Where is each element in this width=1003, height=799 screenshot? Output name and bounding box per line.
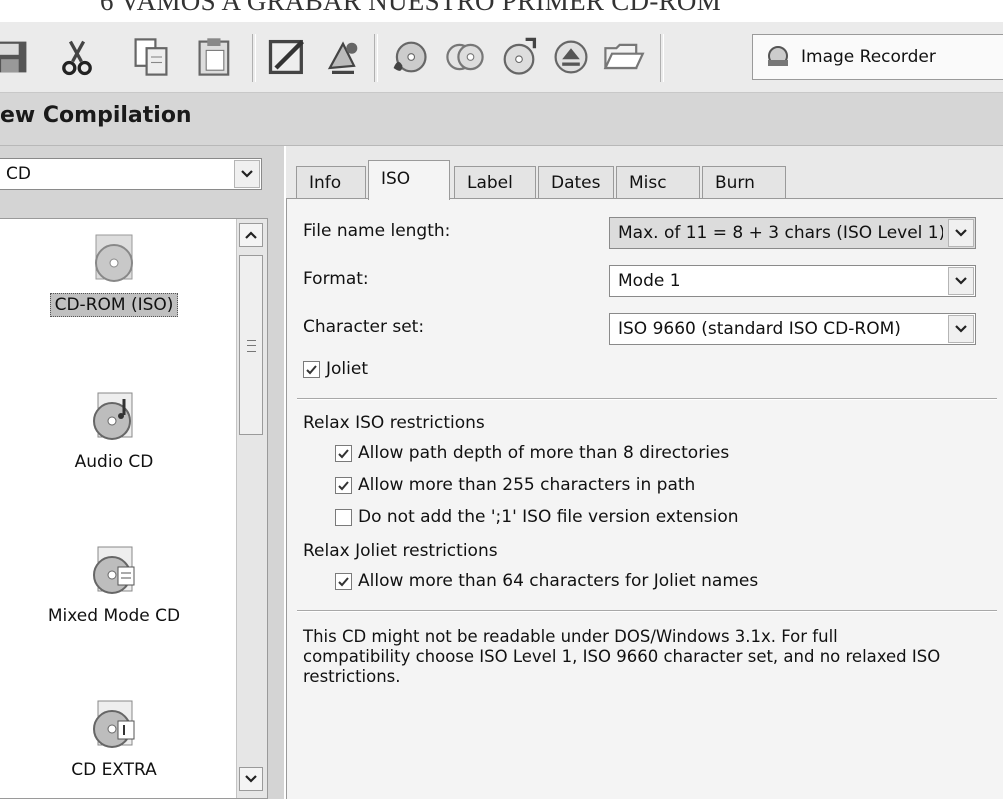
- list-item-cd-rom[interactable]: CD-ROM (ISO): [0, 231, 228, 317]
- chevron-down-icon[interactable]: [948, 315, 974, 343]
- format-value: Mode 1: [618, 271, 681, 291]
- checkbox-label: Allow more than 64 characters for Joliet…: [358, 571, 759, 591]
- compatibility-note: This CD might not be readable under DOS/…: [303, 627, 941, 686]
- properties-panel: Info ISO Label Dates Misc Burn File name…: [286, 146, 1003, 799]
- iso-settings-panel: File name length: Max. of 11 = 8 + 3 cha…: [286, 198, 1003, 799]
- toolbar-separator: [252, 34, 256, 82]
- eject-icon[interactable]: [546, 30, 596, 84]
- toolbar-separator: [660, 34, 664, 82]
- list-item-label: Mixed Mode CD: [47, 606, 181, 626]
- recorder-icon: [761, 44, 795, 70]
- toolbar: Image Recorder: [0, 22, 1003, 93]
- recorder-select[interactable]: Image Recorder: [752, 34, 1003, 80]
- character-set-select[interactable]: ISO 9660 (standard ISO CD-ROM): [609, 313, 976, 345]
- write-icon[interactable]: [262, 30, 312, 84]
- divider: [297, 610, 997, 612]
- allow-path-depth-checkbox[interactable]: Allow path depth of more than 8 director…: [335, 443, 729, 463]
- scrollbar-thumb[interactable]: [239, 255, 263, 435]
- allow-path-length-checkbox[interactable]: Allow more than 255 characters in path: [335, 475, 695, 495]
- media-type-select[interactable]: CD: [0, 158, 262, 190]
- open-folder-icon[interactable]: [598, 30, 648, 84]
- joliet-checkbox[interactable]: Joliet: [303, 359, 368, 379]
- audio-cd-icon: [86, 389, 142, 445]
- checkbox-label: Allow path depth of more than 8 director…: [358, 443, 730, 463]
- checkbox-checked-icon: [335, 444, 352, 462]
- scroll-down-icon[interactable]: [239, 767, 263, 791]
- file-name-length-select[interactable]: Max. of 11 = 8 + 3 chars (ISO Level 1): [609, 217, 976, 249]
- joliet-long-names-checkbox[interactable]: Allow more than 64 characters for Joliet…: [335, 571, 758, 591]
- tab-misc[interactable]: Misc: [616, 166, 700, 198]
- relax-joliet-title: Relax Joliet restrictions: [303, 541, 498, 561]
- checkbox-checked-icon: [335, 476, 352, 494]
- cd-extra-icon: [86, 697, 142, 753]
- character-set-value: ISO 9660 (standard ISO CD-ROM): [618, 319, 901, 339]
- mixed-mode-cd-icon: [86, 543, 142, 599]
- burn-icon[interactable]: [384, 30, 434, 84]
- window-title: ew Compilation: [0, 103, 192, 128]
- tab-burn[interactable]: Burn: [702, 166, 786, 198]
- list-item-mixed-mode-cd[interactable]: Mixed Mode CD: [0, 543, 228, 627]
- character-set-label: Character set:: [303, 317, 425, 337]
- document-header: 6 VAMOS A GRABAR NUESTRO PRIMER CD-ROM: [100, 0, 722, 16]
- cut-icon[interactable]: [52, 30, 102, 84]
- checkbox-unchecked-icon: [335, 508, 352, 526]
- paste-icon[interactable]: [190, 30, 240, 84]
- wizard-icon[interactable]: [318, 30, 368, 84]
- cd-rom-icon: [86, 231, 142, 287]
- file-name-length-value: Max. of 11 = 8 + 3 chars (ISO Level 1): [618, 223, 943, 243]
- checkbox-checked-icon: [335, 572, 352, 590]
- list-item-audio-cd[interactable]: Audio CD: [0, 389, 228, 473]
- checkbox-label: Allow more than 255 characters in path: [358, 475, 696, 495]
- list-scrollbar[interactable]: [236, 219, 267, 798]
- tab-dates[interactable]: Dates: [538, 166, 614, 198]
- scroll-up-icon[interactable]: [239, 223, 263, 247]
- tab-info[interactable]: Info: [296, 166, 366, 198]
- list-item-cd-extra[interactable]: CD EXTRA: [0, 697, 228, 781]
- copy-icon[interactable]: [126, 30, 176, 84]
- relax-iso-title: Relax ISO restrictions: [303, 413, 485, 433]
- chevron-down-icon[interactable]: [948, 267, 974, 295]
- list-item-label: CD EXTRA: [71, 760, 157, 780]
- copy-cd-icon[interactable]: [440, 30, 490, 84]
- checkbox-label: Do not add the ';1' ISO file version ext…: [358, 507, 739, 527]
- save-icon[interactable]: [0, 30, 36, 84]
- checkbox-checked-icon: [303, 360, 320, 378]
- chevron-down-icon[interactable]: [948, 219, 974, 247]
- toolbar-separator: [374, 34, 378, 82]
- compilation-type-panel: CD CD-ROM (ISO) Audio CD Mixed Mode CD C…: [0, 146, 284, 799]
- list-item-label: Audio CD: [74, 452, 154, 472]
- tab-iso[interactable]: ISO: [368, 160, 450, 200]
- tab-label[interactable]: Label: [454, 166, 536, 198]
- cd-info-icon[interactable]: [494, 30, 544, 84]
- joliet-label: Joliet: [326, 359, 368, 379]
- compilation-type-list: CD-ROM (ISO) Audio CD Mixed Mode CD CD E…: [0, 218, 268, 799]
- format-select[interactable]: Mode 1: [609, 265, 976, 297]
- recorder-label: Image Recorder: [801, 47, 936, 67]
- chevron-down-icon[interactable]: [234, 160, 260, 188]
- no-version-extension-checkbox[interactable]: Do not add the ';1' ISO file version ext…: [335, 507, 739, 527]
- format-label: Format:: [303, 269, 369, 289]
- list-item-label: CD-ROM (ISO): [49, 293, 179, 317]
- file-name-length-label: File name length:: [303, 221, 451, 241]
- compilation-title-bar: ew Compilation: [0, 93, 1003, 146]
- media-type-value: CD: [6, 164, 31, 184]
- divider: [297, 398, 997, 400]
